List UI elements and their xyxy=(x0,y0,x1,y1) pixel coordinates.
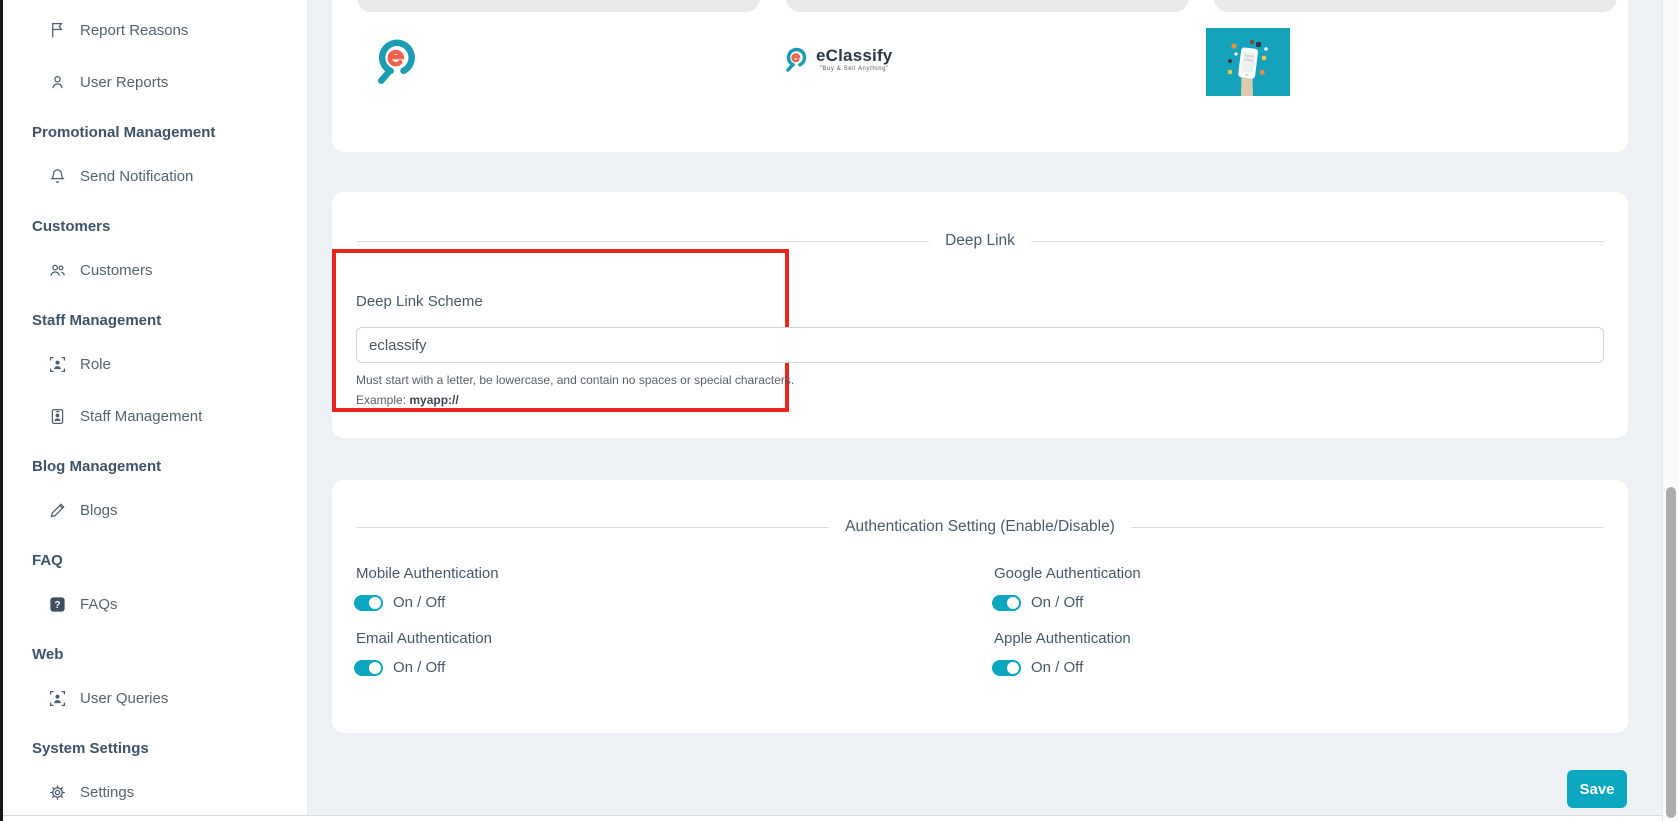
email-authentication-toggle[interactable] xyxy=(354,659,383,676)
sidebar-section-faq: FAQ xyxy=(32,550,307,570)
brand-tagline: "Buy & Sell Anything" xyxy=(819,66,889,72)
section-title-text: Deep Link xyxy=(945,232,1015,249)
sidebar-section-label: Web xyxy=(32,645,64,663)
bottom-edge-strip xyxy=(3,815,1662,821)
toggle-knob xyxy=(1007,661,1019,674)
sidebar-section-label: Customers xyxy=(32,217,111,235)
eclassify-full-logo: eClassify "Buy & Sell Anything" xyxy=(783,46,892,77)
sidebar-item-customers[interactable]: Customers xyxy=(32,260,307,280)
sidebar-item-label: User Reports xyxy=(80,73,169,91)
google-authentication-label: Google Authentication xyxy=(994,565,1141,582)
example-value: myapp:// xyxy=(409,393,459,407)
deep-link-example-text: Example: myapp:// xyxy=(356,393,459,407)
sidebar-item-send-notification[interactable]: Send Notification xyxy=(32,166,307,186)
auth-column-left: Mobile Authentication On / Off Email Aut… xyxy=(354,480,956,733)
sidebar-item-blogs[interactable]: Blogs xyxy=(32,500,307,520)
gear-icon xyxy=(48,783,66,801)
sidebar-item-user-reports[interactable]: User Reports xyxy=(32,72,307,92)
person-bounding-box-icon xyxy=(48,689,66,707)
apple-authentication-toggle[interactable] xyxy=(992,659,1021,676)
scrollbar-track[interactable] xyxy=(1662,0,1678,821)
sidebar-section-staff-management: Staff Management xyxy=(32,310,307,330)
sidebar-item-role[interactable]: Role xyxy=(32,354,307,374)
sidebar-item-settings[interactable]: Settings xyxy=(32,782,307,802)
google-authentication-switch-row: On / Off xyxy=(992,594,1083,611)
save-button[interactable]: Save xyxy=(1567,770,1627,808)
question-square-icon: ? xyxy=(48,595,66,613)
sidebar-item-label: FAQs xyxy=(80,595,118,613)
mobile-authentication-toggle[interactable] xyxy=(354,594,383,611)
toggle-state-text: On / Off xyxy=(393,594,446,611)
flag-icon xyxy=(48,21,66,39)
eclassify-glass-logo xyxy=(372,36,420,99)
google-authentication-toggle[interactable] xyxy=(992,594,1021,611)
email-authentication-switch-row: On / Off xyxy=(354,659,445,676)
brand-name: eClassify xyxy=(816,46,893,65)
person-bounding-box-icon xyxy=(48,355,66,373)
sidebar-item-report-reasons[interactable]: Report Reasons xyxy=(32,20,307,40)
toggle-state-text: On / Off xyxy=(393,659,446,676)
mobile-authentication-switch-row: On / Off xyxy=(354,594,445,611)
sidebar-section-blog-management: Blog Management xyxy=(32,456,307,476)
toggle-state-text: On / Off xyxy=(1031,659,1084,676)
sidebar-section-label: System Settings xyxy=(32,739,149,757)
sidebar-item-label: Send Notification xyxy=(80,167,194,185)
svg-text:?: ? xyxy=(54,600,60,611)
people-icon xyxy=(48,261,66,279)
sidebar-item-staff-management[interactable]: Staff Management xyxy=(32,406,307,426)
apple-authentication-label: Apple Authentication xyxy=(994,630,1131,647)
eclassify-glass-logo-small xyxy=(786,47,807,72)
upload-field-partial[interactable] xyxy=(786,0,1189,12)
sidebar-section-label: Blog Management xyxy=(32,457,162,475)
sidebar-item-user-queries[interactable]: User Queries xyxy=(32,688,307,708)
deep-link-scheme-label: Deep Link Scheme xyxy=(356,293,483,310)
example-prefix: Example: xyxy=(356,393,410,407)
authentication-card: Authentication Setting (Enable/Disable) … xyxy=(332,480,1628,733)
toggle-state-text: On / Off xyxy=(1031,594,1084,611)
person-badge-icon xyxy=(48,407,66,425)
pencil-icon xyxy=(48,501,66,519)
auth-column-right: Google Authentication On / Off Apple Aut… xyxy=(992,480,1594,733)
sidebar-item-label: Role xyxy=(80,355,111,373)
sidebar-item-label: Blogs xyxy=(80,501,118,519)
logos-card: eClassify "Buy & Sell Anything" xyxy=(332,0,1628,152)
mobile-authentication-label: Mobile Authentication xyxy=(356,565,499,582)
sidebar-section-web: Web xyxy=(32,644,307,664)
toggle-knob xyxy=(369,596,381,609)
bell-icon xyxy=(48,167,66,185)
deep-link-card: Deep Link Deep Link Scheme Must start wi… xyxy=(332,192,1628,438)
deep-link-helper-text: Must start with a letter, be lowercase, … xyxy=(356,373,795,387)
sidebar-nav: Report Reasons User Reports Promotional … xyxy=(3,0,308,815)
deep-link-scheme-input[interactable] xyxy=(356,327,1604,363)
email-authentication-label: Email Authentication xyxy=(356,630,492,647)
sidebar-item-label: Settings xyxy=(80,783,135,801)
sidebar-section-label: FAQ xyxy=(32,551,63,569)
sidebar-item-label: Customers xyxy=(80,261,153,279)
deep-link-section-title: Deep Link xyxy=(356,232,1604,250)
sidebar-item-label: User Queries xyxy=(80,689,169,707)
sidebar-section-label: Promotional Management xyxy=(32,123,216,141)
sidebar-section-label: Staff Management xyxy=(32,311,162,329)
sidebar-item-faqs[interactable]: ? FAQs xyxy=(32,594,307,614)
sidebar-section-customers: Customers xyxy=(32,216,307,236)
upload-field-partial[interactable] xyxy=(1214,0,1617,12)
person-icon xyxy=(48,73,66,91)
sidebar-item-label: Report Reasons xyxy=(80,21,189,39)
app-promo-image xyxy=(1206,28,1290,101)
sidebar-section-promotional-management: Promotional Management xyxy=(32,122,307,142)
toggle-knob xyxy=(1007,596,1019,609)
scrollbar-thumb[interactable] xyxy=(1666,487,1676,818)
sidebar-item-label: Staff Management xyxy=(80,407,203,425)
toggle-knob xyxy=(369,661,381,674)
upload-field-partial[interactable] xyxy=(357,0,760,12)
sidebar-section-system-settings: System Settings xyxy=(32,738,307,758)
apple-authentication-switch-row: On / Off xyxy=(992,659,1083,676)
